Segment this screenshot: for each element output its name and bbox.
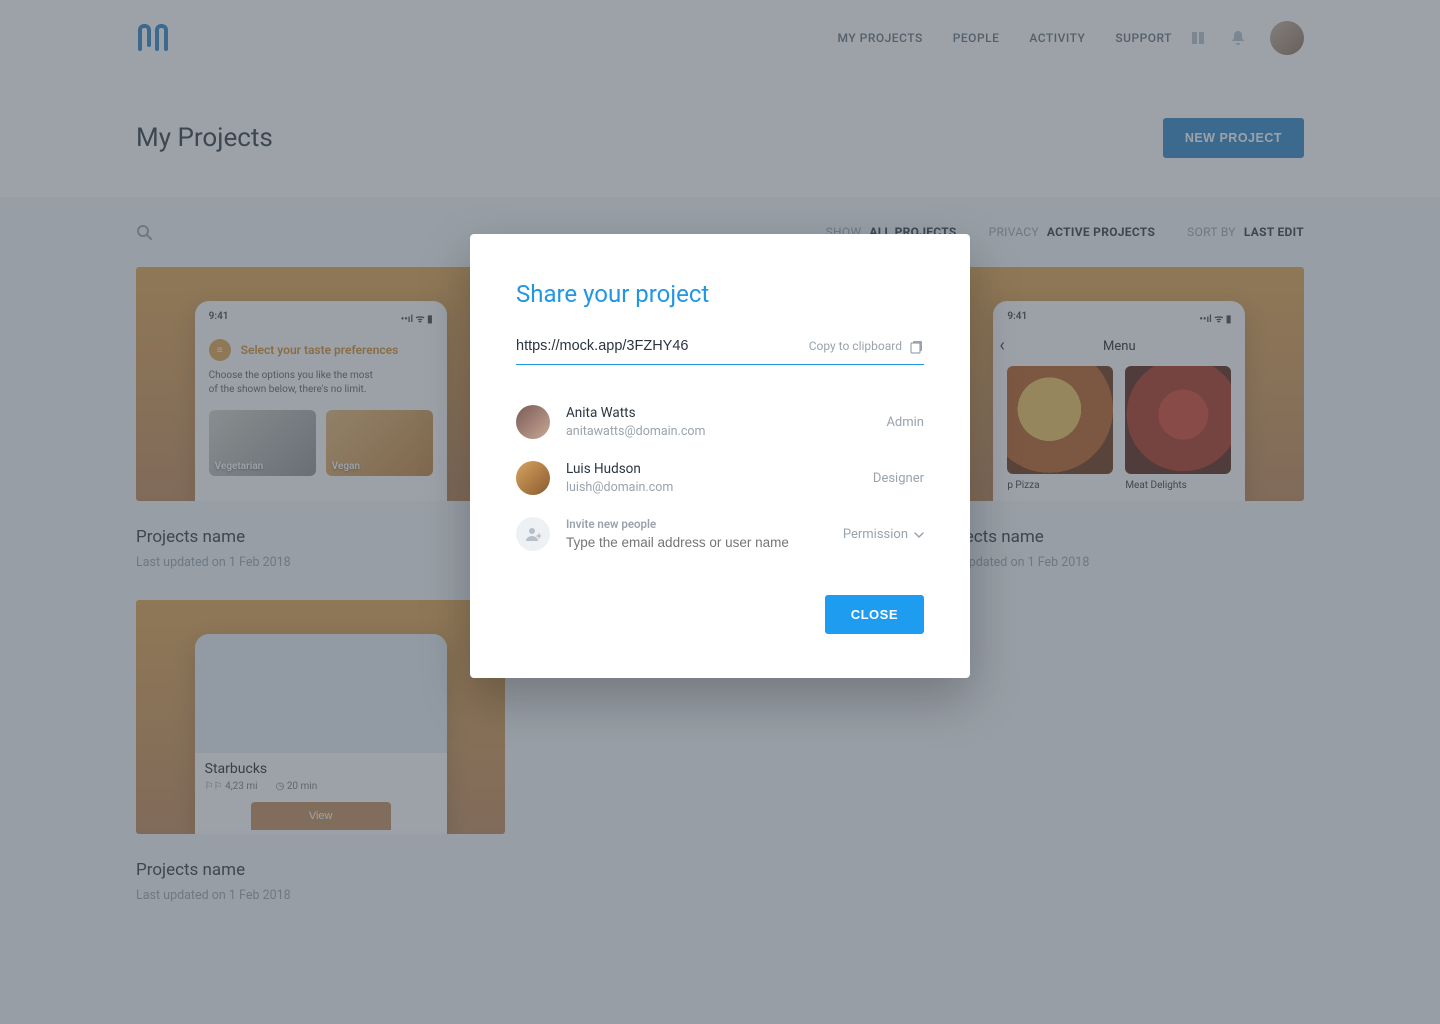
- invite-title: Invite new people: [566, 517, 827, 531]
- person-role[interactable]: Admin: [886, 415, 924, 430]
- person-name: Anita Watts: [566, 405, 870, 421]
- avatar: [516, 405, 550, 439]
- permission-dropdown[interactable]: Permission: [843, 527, 924, 542]
- modal-overlay[interactable]: Share your project Copy to clipboard Ani…: [0, 0, 1440, 1024]
- avatar: [516, 461, 550, 495]
- person-row: Luis Hudson luish@domain.com Designer: [516, 461, 924, 495]
- person-email: anitawatts@domain.com: [566, 424, 870, 439]
- person-name: Luis Hudson: [566, 461, 857, 477]
- invite-row: Invite new people Permission: [516, 517, 924, 551]
- copy-label: Copy to clipboard: [809, 339, 902, 353]
- person-role[interactable]: Designer: [873, 471, 924, 486]
- share-link-input[interactable]: [516, 338, 809, 354]
- copy-to-clipboard[interactable]: Copy to clipboard: [809, 339, 924, 353]
- share-modal: Share your project Copy to clipboard Ani…: [470, 234, 970, 678]
- share-link-field: Copy to clipboard: [516, 338, 924, 365]
- invite-input[interactable]: [566, 535, 827, 550]
- close-button[interactable]: CLOSE: [825, 595, 924, 634]
- person-email: luish@domain.com: [566, 480, 857, 495]
- add-person-icon: [516, 517, 550, 551]
- chevron-down-icon: [914, 529, 924, 539]
- clipboard-icon: [910, 339, 924, 353]
- person-row: Anita Watts anitawatts@domain.com Admin: [516, 405, 924, 439]
- modal-title: Share your project: [516, 280, 924, 308]
- permission-label: Permission: [843, 527, 908, 542]
- people-list: Anita Watts anitawatts@domain.com Admin …: [516, 405, 924, 551]
